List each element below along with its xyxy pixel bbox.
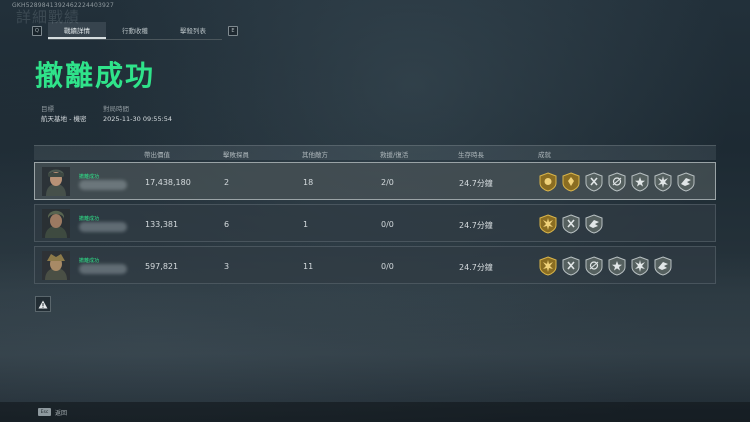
silver-cross-badge-icon[interactable] <box>562 214 580 234</box>
target-info: 目標 航天基地 - 機密 <box>41 104 86 124</box>
player-name-redacted <box>79 264 127 274</box>
gold-burst-badge-icon[interactable] <box>539 256 557 276</box>
rescue-revive-count: 0/0 <box>381 220 394 229</box>
extracted-value: 17,438,180 <box>145 178 191 187</box>
column-header-achievements: 成就 <box>538 151 551 159</box>
report-warning-button[interactable] <box>35 296 51 312</box>
result-title: 撤離成功 <box>35 59 156 92</box>
column-header-rescue: 救援/復活 <box>380 151 409 159</box>
tab-operation-loot[interactable]: 行動收穫 <box>106 22 164 37</box>
tab-battle-details[interactable]: 戰績詳情 <box>48 22 106 39</box>
tab-next-key[interactable]: E <box>228 26 238 36</box>
column-header-other-enemies: 其他敵方 <box>302 151 328 159</box>
table-header: 帶出價值 擊敗探員 其他敵方 救援/復活 生存時長 成就 <box>34 145 716 160</box>
kills-count: 2 <box>224 178 230 187</box>
silver-star-badge-icon[interactable] <box>631 172 649 192</box>
other-enemies-count: 1 <box>303 220 309 229</box>
escape-key[interactable]: Esc <box>38 408 51 416</box>
silver-wing-badge-icon[interactable] <box>677 172 695 192</box>
silver-wing-badge-icon[interactable] <box>585 214 603 234</box>
rescue-revive-count: 0/0 <box>381 262 394 271</box>
survival-time: 24.7分鐘 <box>459 263 493 272</box>
rescue-revive-count: 2/0 <box>381 178 394 187</box>
achievements-list <box>539 256 672 276</box>
kills-count: 3 <box>224 262 230 271</box>
operator-avatar <box>42 251 70 280</box>
player-row[interactable]: 撤離成功 133,381 6 1 0/0 24.7分鐘 <box>34 204 716 242</box>
time-info: 對局時間 2025-11-30 09:55:54 <box>103 104 172 124</box>
warning-icon <box>38 300 48 308</box>
survival-time: 24.7分鐘 <box>459 221 493 230</box>
time-value: 2025-11-30 09:55:54 <box>103 115 173 123</box>
extracted-value: 597,821 <box>145 262 179 271</box>
survival-time: 24.7分鐘 <box>459 179 493 188</box>
achievements-list <box>539 214 603 234</box>
extraction-status: 撤離成功 <box>79 216 100 222</box>
player-name-redacted <box>79 180 127 190</box>
silver-cross-badge-icon[interactable] <box>562 256 580 276</box>
silver-star-badge-icon[interactable] <box>608 256 626 276</box>
tab-kill-list[interactable]: 擊殺列表 <box>164 22 222 37</box>
extracted-value: 133,381 <box>145 220 179 229</box>
tab-list: 戰績詳情 行動收穫 擊殺列表 <box>48 22 222 40</box>
silver-target-badge-icon[interactable] <box>585 256 603 276</box>
silver-cross-badge-icon[interactable] <box>585 172 603 192</box>
silver-burst-badge-icon[interactable] <box>631 256 649 276</box>
target-label: 目標 <box>41 105 54 113</box>
operator-avatar <box>42 167 70 196</box>
tab-prev-key[interactable]: Q <box>32 26 42 36</box>
extraction-status: 撤離成功 <box>79 174 100 180</box>
achievements-list <box>539 172 695 192</box>
extraction-status: 撤離成功 <box>79 258 100 264</box>
player-row[interactable]: 撤離成功 17,438,180 2 18 2/0 24.7分鐘 <box>34 162 716 200</box>
back-label[interactable]: 返回 <box>55 408 67 417</box>
silver-wing-badge-icon[interactable] <box>654 256 672 276</box>
player-row[interactable]: 撤離成功 597,821 3 11 0/0 24.7分鐘 <box>34 246 716 284</box>
kills-count: 6 <box>224 220 230 229</box>
time-label: 對局時間 <box>103 105 129 113</box>
other-enemies-count: 18 <box>303 178 314 187</box>
gold-skull-badge-icon[interactable] <box>539 172 557 192</box>
column-header-kills: 擊敗探員 <box>223 151 249 159</box>
gold-burst-badge-icon[interactable] <box>539 214 557 234</box>
footer-bar: Esc 返回 <box>0 402 750 422</box>
column-header-value: 帶出價值 <box>144 151 170 159</box>
silver-burst-badge-icon[interactable] <box>654 172 672 192</box>
operator-avatar <box>42 209 70 238</box>
gold-shield-badge-icon[interactable] <box>562 172 580 192</box>
silver-target-badge-icon[interactable] <box>608 172 626 192</box>
target-value: 航天基地 - 機密 <box>41 115 87 123</box>
other-enemies-count: 11 <box>303 262 314 271</box>
player-uid: GKH5289841392462224403927 <box>12 2 115 9</box>
player-name-redacted <box>79 222 127 232</box>
tab-bar: Q 戰績詳情 行動收穫 擊殺列表 E <box>32 22 238 40</box>
column-header-survival: 生存時長 <box>458 151 484 159</box>
